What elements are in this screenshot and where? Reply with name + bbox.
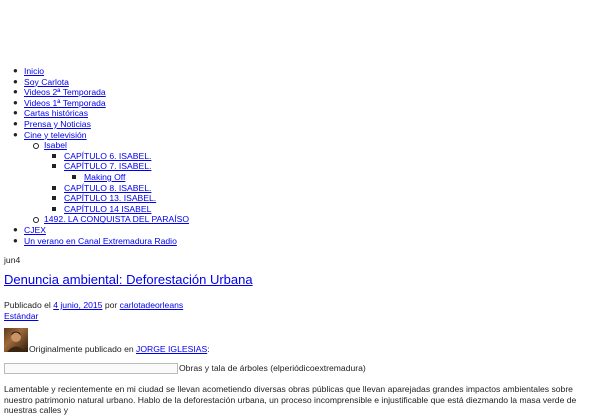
bullet-icon: ●	[13, 129, 18, 139]
nav-subitem-isabel[interactable]: Isabel	[0, 140, 189, 151]
published-date-link[interactable]: 4 junio, 2015	[53, 300, 102, 310]
nav-item-cartas[interactable]: ● Cartas históricas	[0, 108, 189, 119]
original-source-line: Originalmente publicado en JORGE IGLESIA…	[29, 344, 210, 354]
nav-item-inicio[interactable]: ● Inicio	[0, 66, 189, 77]
nav-item-cine[interactable]: ● Cine y televisión	[0, 130, 189, 141]
bullet-icon: ●	[13, 108, 18, 118]
bullet-icon: ●	[13, 224, 18, 234]
nav-subitem-cap6[interactable]: CAPÍTULO 6. ISABEL.	[0, 151, 189, 162]
published-prefix: Publicado el	[4, 300, 51, 310]
nav-link-cap14[interactable]: CAPÍTULO 14 ISABEL	[64, 204, 151, 214]
post-format-link[interactable]: Estándar	[4, 311, 38, 321]
nav-subitem-cap8[interactable]: CAPÍTULO 8. ISABEL.	[0, 183, 189, 194]
post-image-placeholder	[4, 363, 178, 374]
nav-link-videos-2[interactable]: Videos 2ª Temporada	[24, 87, 106, 97]
nav-item-prensa[interactable]: ● Prensa y Noticias	[0, 119, 189, 130]
nav-item-videos-1[interactable]: ● Videos 1ª Temporada	[0, 98, 189, 109]
square-bullet-icon	[72, 172, 76, 183]
nav-link-cap6[interactable]: CAPÍTULO 6. ISABEL.	[64, 151, 151, 161]
post-meta: Publicado el 4 junio, 2015 por carlotade…	[4, 300, 183, 310]
nav-link-making-off[interactable]: Making Off	[84, 172, 125, 182]
nav-link-verano[interactable]: Un verano en Canal Extremadura Radio	[24, 236, 177, 246]
nav-subitem-cap7[interactable]: CAPÍTULO 7. ISABEL.	[0, 161, 189, 172]
square-bullet-icon	[52, 183, 56, 194]
nav-link-cjex[interactable]: CJEX	[24, 225, 46, 235]
avatar	[4, 328, 28, 352]
nav-link-cine[interactable]: Cine y televisión	[24, 130, 87, 140]
bullet-icon: ●	[13, 118, 18, 128]
bullet-icon: ●	[13, 87, 18, 97]
bullet-icon: ●	[13, 66, 18, 75]
by-label: por	[104, 300, 118, 310]
image-caption: Obras y tala de árboles (elperiódicoextr…	[179, 363, 366, 373]
post-date: jun4	[4, 255, 21, 265]
nav-subitem-cap14[interactable]: CAPÍTULO 14 ISABEL	[0, 204, 189, 215]
original-source-link[interactable]: JORGE IGLESIAS	[136, 344, 207, 354]
main-navigation: ● Inicio ● Soy Carlota ● Videos 2ª Temporad…	[0, 66, 189, 246]
nav-link-isabel[interactable]: Isabel	[44, 140, 67, 150]
nav-subitem-cap13[interactable]: CAPÍTULO 13. ISABEL.	[0, 193, 189, 204]
nav-link-prensa[interactable]: Prensa y Noticias	[24, 119, 91, 129]
nav-item-verano[interactable]: ● Un verano en Canal Extremadura Radio	[0, 236, 189, 247]
square-bullet-icon	[52, 204, 56, 215]
original-suffix: :	[207, 344, 210, 354]
nav-link-cap8[interactable]: CAPÍTULO 8. ISABEL.	[64, 183, 151, 193]
nav-item-cjex[interactable]: ● CJEX	[0, 225, 189, 236]
original-prefix: Originalmente publicado en	[29, 344, 134, 354]
nav-link-cap7[interactable]: CAPÍTULO 7. ISABEL.	[64, 161, 151, 171]
nav-link-videos-1[interactable]: Videos 1ª Temporada	[24, 98, 106, 108]
nav-link-soy-carlota[interactable]: Soy Carlota	[24, 77, 69, 87]
nav-link-conquista[interactable]: 1492. LA CONQUISTA DEL PARAÍSO	[44, 214, 189, 224]
author-link[interactable]: carlotadeorleans	[120, 300, 184, 310]
nav-item-videos-2[interactable]: ● Videos 2ª Temporada	[0, 87, 189, 98]
nav-link-cap13[interactable]: CAPÍTULO 13. ISABEL.	[64, 193, 156, 203]
bullet-icon: ●	[13, 235, 18, 245]
bullet-icon: ●	[13, 97, 18, 107]
post-title[interactable]: Denuncia ambiental: Deforestación Urbana	[4, 272, 253, 287]
nav-subitem-making-off[interactable]: Making Off	[0, 172, 189, 183]
nav-link-cartas[interactable]: Cartas históricas	[24, 108, 88, 118]
nav-subitem-conquista[interactable]: 1492. LA CONQUISTA DEL PARAÍSO	[0, 214, 189, 225]
nav-link-inicio[interactable]: Inicio	[24, 66, 44, 76]
square-bullet-icon	[52, 151, 56, 162]
nav-item-soy-carlota[interactable]: ● Soy Carlota	[0, 77, 189, 88]
bullet-icon: ●	[13, 76, 18, 86]
square-bullet-icon	[52, 161, 56, 172]
square-bullet-icon	[52, 193, 56, 204]
